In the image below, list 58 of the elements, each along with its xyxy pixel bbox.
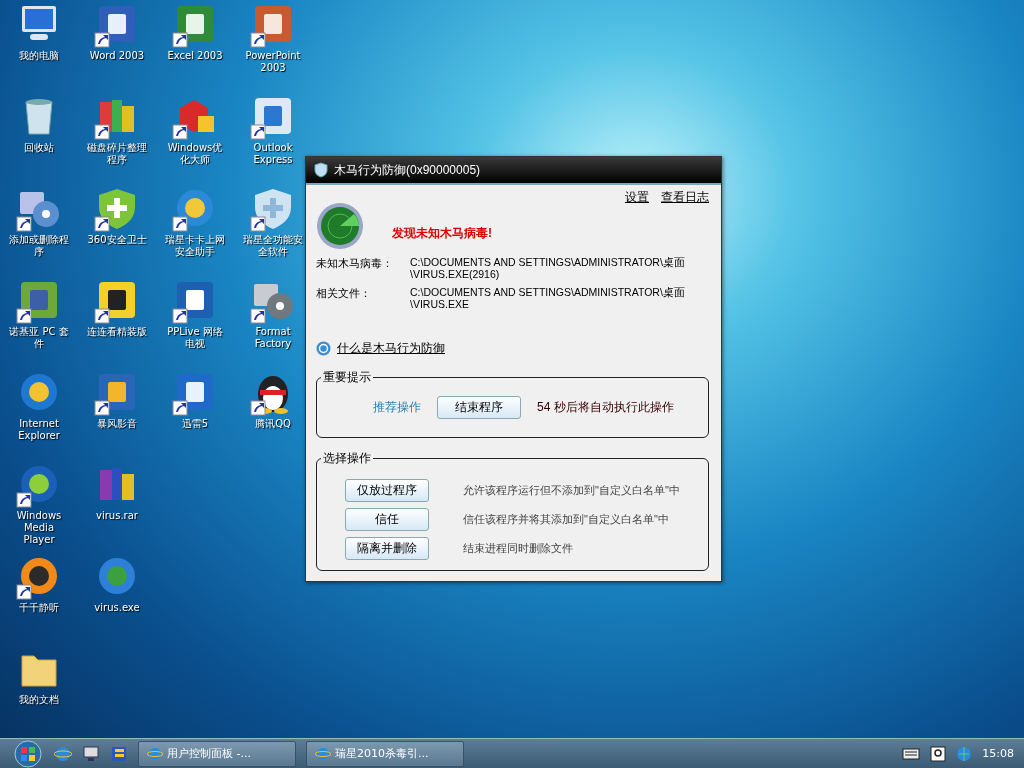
help-link[interactable]: 什么是木马行为防御 (337, 340, 445, 357)
browser-icon (147, 745, 163, 762)
desktop-icon-label[interactable]: PowerPoint 2003 (241, 50, 305, 74)
desktop-icon-label[interactable]: Windows Media Player (7, 510, 71, 546)
file-path: C:\DOCUMENTS AND SETTINGS\ADMINISTRATOR\桌面\VIRUS.EXE (410, 286, 686, 310)
desktop-icon-label[interactable]: 腾讯QQ (241, 418, 305, 430)
desktop-icon-label[interactable]: 连连看精装版 (85, 326, 149, 338)
header-link[interactable]: 查看日志 (661, 189, 709, 206)
desktop-icon-label[interactable]: 瑞星卡卡上网安全助手 (163, 234, 227, 258)
end-program-button[interactable]: 结束程序 (437, 396, 521, 419)
desktop-icon-label[interactable]: Excel 2003 (163, 50, 227, 62)
group-title: 重要提示 (322, 369, 372, 386)
desktop-icon-label[interactable]: 瑞星全功能安全软件 (241, 234, 305, 258)
alert-message: 发现未知木马病毒! (392, 224, 492, 242)
desktop-icon-label[interactable]: Outlook Express (241, 142, 305, 166)
help-icon (316, 341, 331, 356)
window-title: 木马行为防御(0x90000005) (334, 161, 481, 179)
action-button[interactable]: 隔离并删除 (345, 537, 429, 560)
desktop-icon-label[interactable]: 诺基亚 PC 套件 (7, 326, 71, 350)
taskbar-button[interactable]: 用户控制面板 -... (138, 740, 296, 767)
detail-label: 未知木马病毒： (316, 256, 394, 271)
desktop-icon-label[interactable]: Word 2003 (85, 50, 149, 62)
file-path: C:\DOCUMENTS AND SETTINGS\ADMINISTRATOR\桌面\VIRUS.EXE(2916) (410, 256, 686, 280)
desktop-icon-label[interactable]: 添加或删除程序 (7, 234, 71, 258)
desktop-icon-label[interactable]: 千千静听 (7, 602, 71, 614)
taskbar-button[interactable]: 瑞星2010杀毒引... (306, 740, 464, 767)
radar-icon (316, 202, 364, 250)
desktop-icon-label[interactable]: virus.exe (85, 602, 149, 614)
browser-icon (315, 745, 331, 762)
desktop-icon-label[interactable]: 暴风影音 (85, 418, 149, 430)
action-description: 允许该程序运行但不添加到"自定义白名单"中 (463, 483, 680, 498)
desktop-icon-label[interactable]: Format Factory (241, 326, 305, 350)
header-link[interactable]: 设置 (625, 189, 649, 206)
action-description: 结束进程同时删除文件 (463, 541, 573, 556)
window-switch-icon[interactable] (110, 744, 128, 763)
desktop-icon-label[interactable]: 磁盘碎片整理程序 (85, 142, 149, 166)
desktop-icon-label[interactable]: 回收站 (7, 142, 71, 154)
desktop-icon-label[interactable]: 我的文档 (7, 694, 71, 706)
clock: 15:08 (982, 747, 1014, 760)
keyboard-icon[interactable] (902, 746, 921, 761)
detail-label: 相关文件： (316, 286, 372, 301)
desktop-icon-label[interactable]: 360安全卫士 (85, 234, 149, 246)
desktop-icon-label[interactable]: Windows优化大师 (163, 142, 227, 166)
desktop-icon-label[interactable]: Internet Explorer (7, 418, 71, 442)
action-button[interactable]: 仅放过程序 (345, 479, 429, 502)
group-title: 选择操作 (322, 450, 372, 467)
browser-icon[interactable] (54, 744, 72, 763)
recommend-label: 推荐操作 (373, 399, 421, 416)
countdown-text: 54 秒后将自动执行此操作 (537, 399, 674, 416)
shield-icon (314, 162, 328, 178)
action-button[interactable]: 信任 (345, 508, 429, 531)
desktop-icon-label[interactable]: virus.rar (85, 510, 149, 522)
desktop-icon-label[interactable]: PPLive 网络电视 (163, 326, 227, 350)
action-description: 信任该程序并将其添加到"自定义白名单"中 (463, 512, 669, 527)
desktop-icon-label[interactable]: 迅雷5 (163, 418, 227, 430)
help-icon[interactable] (930, 745, 947, 762)
desktop-icon[interactable] (82, 744, 100, 763)
desktop-icon-label[interactable]: 我的电脑 (7, 50, 71, 62)
